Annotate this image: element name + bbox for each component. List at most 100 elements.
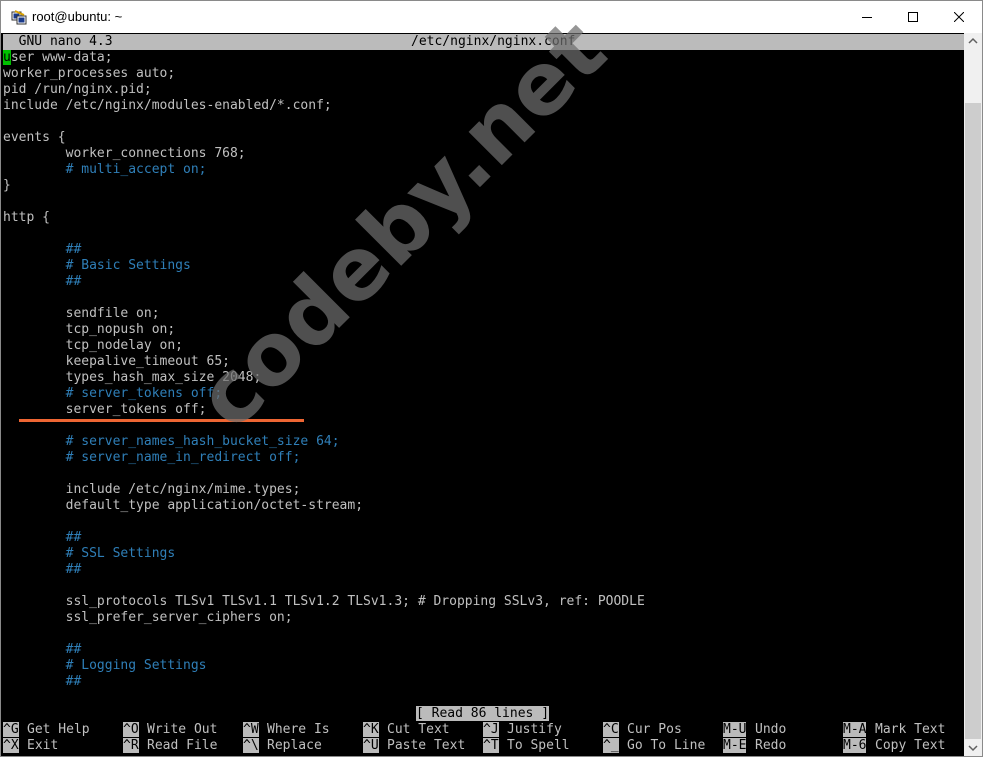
shortcut-write-out[interactable]: ^O Write Out: [123, 722, 217, 738]
shortcut-key: ^J: [483, 722, 499, 737]
comment-line: ##: [3, 530, 82, 545]
minimize-button[interactable]: [844, 1, 890, 33]
shortcut-key: ^W: [243, 722, 259, 737]
chevron-up-icon: [968, 37, 978, 44]
code-line: worker_processes auto;: [3, 66, 176, 81]
editor-buffer[interactable]: user www-data; worker_processes auto; pid …: [3, 50, 961, 706]
code-line: user www-data;: [3, 50, 113, 65]
close-icon: [954, 12, 964, 22]
putty-icon: [11, 10, 27, 25]
shortcut-to-spell[interactable]: ^T To Spell: [483, 738, 570, 754]
shortcut-label: Read File: [147, 738, 218, 753]
terminal-area[interactable]: GNU nano 4.3/etc/nginx/nginx.conf user w…: [1, 33, 964, 756]
nano-filename: /etc/nginx/nginx.conf: [411, 34, 576, 49]
shortcut-redo[interactable]: M-E Redo: [723, 738, 786, 754]
shortcut-key: ^_: [603, 738, 619, 753]
shortcut-undo[interactable]: M-U Undo: [723, 722, 786, 738]
comment-line: # server_tokens off;: [3, 386, 223, 401]
scroll-down-button[interactable]: [964, 739, 982, 756]
shortcut-label: Redo: [755, 738, 787, 753]
shortcut-label: Mark Text: [875, 722, 946, 737]
code-line: events {: [3, 130, 66, 145]
scroll-thumb[interactable]: [965, 103, 981, 739]
code-line: ssl_protocols TLSv1 TLSv1.1 TLSv1.2 TLSv…: [3, 594, 645, 609]
shortcut-paste-text[interactable]: ^U Paste Text: [363, 738, 465, 754]
maximize-button[interactable]: [890, 1, 936, 33]
comment-line: ##: [3, 562, 82, 577]
code-line: tcp_nodelay on;: [3, 338, 184, 353]
status-message: [ Read 86 lines ]: [415, 706, 550, 721]
nano-header: GNU nano 4.3/etc/nginx/nginx.conf: [3, 34, 964, 50]
comment-line: ##: [3, 242, 82, 257]
shortcut-label: Justify: [507, 722, 562, 737]
comment-line: # SSL Settings: [3, 546, 176, 561]
comment-line: # server_names_hash_bucket_size 64;: [3, 434, 340, 449]
code-line: http {: [3, 210, 50, 225]
code-line: types_hash_max_size 2048;: [3, 370, 262, 385]
shortcut-label: Go To Line: [627, 738, 706, 753]
shortcut-label: Where Is: [267, 722, 330, 737]
shortcut-label: Replace: [267, 738, 322, 753]
nano-version: GNU nano 4.3: [3, 34, 113, 49]
shortcut-where-is[interactable]: ^W Where Is: [243, 722, 330, 738]
comment-line: # server_name_in_redirect off;: [3, 450, 301, 465]
scrollbar[interactable]: [964, 33, 982, 756]
code-line: pid /run/nginx.pid;: [3, 82, 152, 97]
shortcut-key: ^G: [3, 722, 19, 737]
scroll-up-button[interactable]: [964, 33, 982, 50]
code-line: tcp_nopush on;: [3, 322, 176, 337]
shortcut-key: ^R: [123, 738, 139, 753]
shortcut-read-file[interactable]: ^R Read File: [123, 738, 217, 754]
shortcut-label: Exit: [27, 738, 59, 753]
shortcut-key: M-6: [843, 738, 867, 753]
shortcut-cut-text[interactable]: ^K Cut Text: [363, 722, 450, 738]
shortcut-row-2: ^X Exit ^R Read File ^\ Replace ^U Paste Text ^T…: [3, 738, 961, 754]
shortcut-label: Write Out: [147, 722, 218, 737]
shortcut-get-help[interactable]: ^G Get Help: [3, 722, 90, 738]
shortcut-label: Undo: [755, 722, 787, 737]
shortcut-copy-text[interactable]: M-6 Copy Text: [843, 738, 945, 754]
comment-line: # Logging Settings: [3, 658, 207, 673]
shortcut-key: M-U: [723, 722, 747, 737]
shortcut-key: ^C: [603, 722, 619, 737]
window-title: root@ubuntu: ~: [32, 9, 123, 24]
shortcut-exit[interactable]: ^X Exit: [3, 738, 58, 754]
shortcut-replace[interactable]: ^\ Replace: [243, 738, 322, 754]
shortcut-key: ^T: [483, 738, 499, 753]
shortcut-go-to-line[interactable]: ^_ Go To Line: [603, 738, 705, 754]
shortcut-mark-text[interactable]: M-A Mark Text: [843, 722, 945, 738]
code-line: worker_connections 768;: [3, 146, 246, 161]
text-cursor: u: [3, 50, 11, 65]
shortcut-key: M-E: [723, 738, 747, 753]
shortcut-key: ^U: [363, 738, 379, 753]
shortcut-key: ^X: [3, 738, 19, 753]
minimize-icon: [862, 17, 872, 18]
maximize-icon: [908, 12, 918, 22]
title-bar[interactable]: root@ubuntu: ~: [1, 1, 982, 33]
shortcut-cur-pos[interactable]: ^C Cur Pos: [603, 722, 682, 738]
shortcut-key: ^K: [363, 722, 379, 737]
comment-line: # Basic Settings: [3, 258, 191, 273]
status-line: [ Read 86 lines ]: [1, 706, 964, 722]
shortcut-key: ^\: [243, 738, 259, 753]
close-button[interactable]: [936, 1, 982, 33]
shortcut-justify[interactable]: ^J Justify: [483, 722, 562, 738]
shortcut-label: To Spell: [507, 738, 570, 753]
comment-line: ##: [3, 642, 82, 657]
code-line: include /etc/nginx/modules-enabled/*.con…: [3, 98, 332, 113]
code-line: ssl_prefer_server_ciphers on;: [3, 610, 293, 625]
code-line: server_tokens off;: [3, 402, 207, 417]
comment-line: ##: [3, 274, 82, 289]
terminal-window: root@ubuntu: ~ GNU nano 4.3/etc/nginx/ng…: [0, 0, 983, 757]
code-line: }: [3, 178, 11, 193]
shortcut-key: ^O: [123, 722, 139, 737]
code-line: sendfile on;: [3, 306, 160, 321]
